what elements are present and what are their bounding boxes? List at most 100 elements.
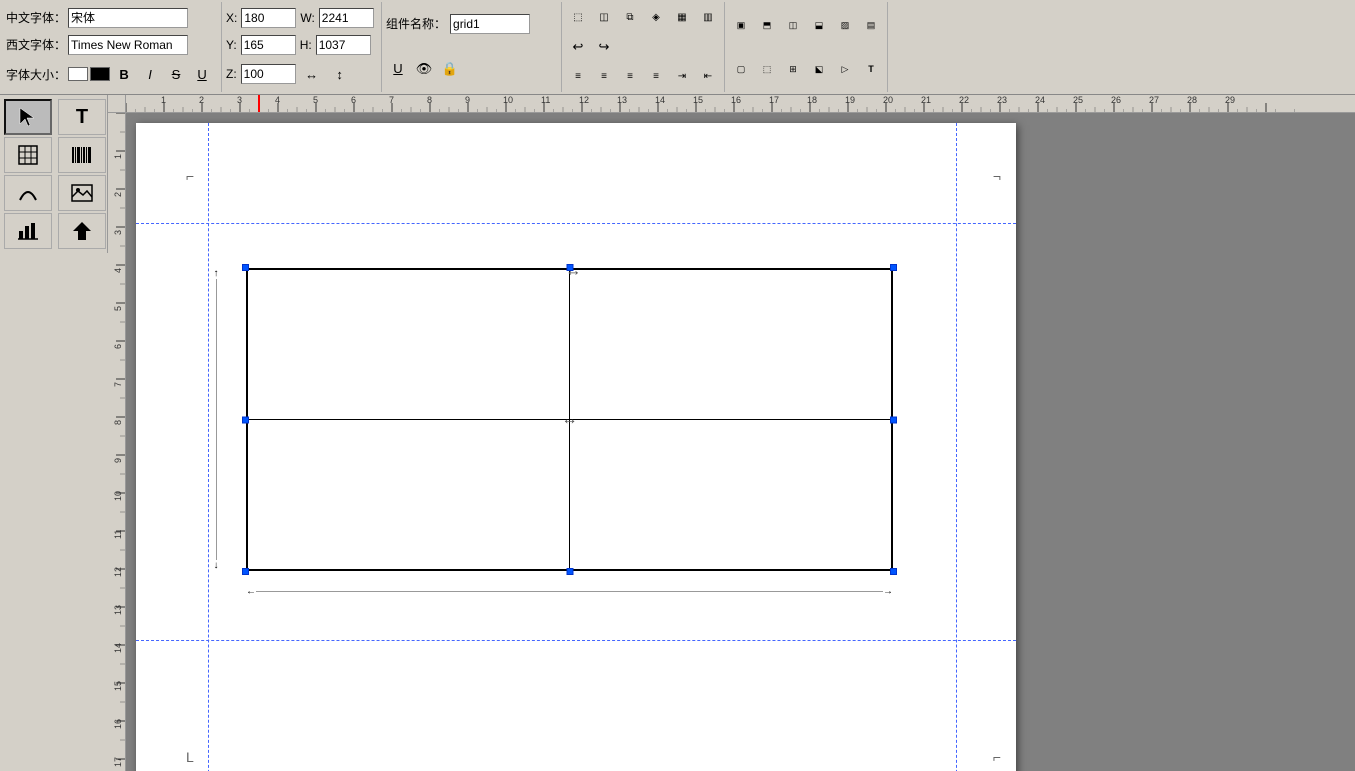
ruler-corner: [108, 95, 126, 113]
ruler-top: 1234567891011121314151617181920212223242…: [126, 95, 1355, 113]
align4-btn[interactable]: ≡: [644, 64, 668, 88]
chinese-font-input[interactable]: [68, 8, 188, 28]
r3-4[interactable]: ⬕: [807, 57, 831, 81]
svg-text:27: 27: [1149, 95, 1159, 105]
z-input[interactable]: [241, 64, 296, 84]
spacing2-btn[interactable]: ⇤: [696, 64, 720, 88]
svg-text:10: 10: [503, 95, 513, 105]
corner-br: ⌐: [993, 749, 1001, 765]
align-corner-btn[interactable]: ◫: [592, 6, 616, 30]
svg-text:3: 3: [113, 230, 123, 235]
resize-h-btn[interactable]: ↔: [300, 62, 324, 86]
handle-tc[interactable]: [566, 264, 573, 271]
color-swatch[interactable]: [68, 67, 88, 81]
ruler-left: 123456789101112131415161718192021: [108, 113, 126, 771]
svg-text:20: 20: [883, 95, 893, 105]
svg-text:15: 15: [113, 681, 123, 691]
svg-text:2: 2: [113, 192, 123, 197]
comp-name-label: 组件名称：: [386, 15, 446, 32]
height-arrow: ↑ ↓: [206, 268, 226, 571]
handle-mr[interactable]: [890, 416, 897, 423]
r3-6[interactable]: T: [859, 57, 883, 81]
svg-text:10: 10: [113, 491, 123, 501]
text-tool-btn[interactable]: T: [58, 99, 106, 135]
align3-btn[interactable]: ≡: [618, 64, 642, 88]
corner-bl: L: [186, 749, 194, 765]
handle-tr[interactable]: [890, 264, 897, 271]
svg-text:19: 19: [845, 95, 855, 105]
western-font-input[interactable]: [68, 35, 188, 55]
right-icons-2: ▣ ⬒ ◫ ⬓ ▨ ▤ ▢ ⬚ ⊞ ⬕ ▷ T: [725, 2, 888, 92]
table-cell: [247, 269, 570, 420]
hatch-btn[interactable]: ▦: [670, 6, 694, 30]
italic-button[interactable]: I: [138, 62, 162, 86]
handle-bc[interactable]: [566, 568, 573, 575]
y-input[interactable]: [241, 35, 296, 55]
svg-text:23: 23: [997, 95, 1007, 105]
handle-tl[interactable]: [242, 264, 249, 271]
svg-text:1: 1: [161, 95, 166, 105]
resize-v-btn[interactable]: ↕: [328, 62, 352, 86]
x-input[interactable]: [241, 8, 296, 28]
svg-text:14: 14: [655, 95, 665, 105]
curve-tool-btn[interactable]: [4, 175, 52, 211]
undo-btn[interactable]: ↩: [566, 35, 590, 59]
export-btn[interactable]: ▥: [696, 6, 720, 30]
h-input[interactable]: [316, 35, 371, 55]
svg-text:16: 16: [113, 719, 123, 729]
corner-tl: ⌐: [186, 168, 194, 184]
r2-1[interactable]: ▣: [729, 13, 753, 37]
bold-button[interactable]: B: [112, 62, 136, 86]
canvas-area[interactable]: 1234567891011121314151617181920212223242…: [108, 95, 1355, 771]
width-arrow: ← →: [246, 581, 893, 601]
r2-6[interactable]: ▤: [859, 13, 883, 37]
color-swatch-black[interactable]: [90, 67, 110, 81]
image-tool-btn[interactable]: [58, 175, 106, 211]
chart-tool-btn[interactable]: [4, 213, 52, 249]
y-label: Y:: [226, 38, 237, 52]
chinese-font-label: 中文字体：: [6, 9, 66, 26]
arrow-tool-btn[interactable]: [58, 213, 106, 249]
align1-btn[interactable]: ≡: [566, 64, 590, 88]
r3-2[interactable]: ⬚: [755, 57, 779, 81]
r2-2[interactable]: ⬒: [755, 13, 779, 37]
underline-button[interactable]: U: [190, 62, 214, 86]
r2-3[interactable]: ◫: [781, 13, 805, 37]
w-input[interactable]: [319, 8, 374, 28]
grid-element[interactable]: ↑ ↓ ← → ↔: [246, 268, 893, 571]
handle-ml[interactable]: [242, 416, 249, 423]
strikethrough-button[interactable]: S: [164, 62, 188, 86]
r2-4[interactable]: ⬓: [807, 13, 831, 37]
redo-btn[interactable]: ↪: [592, 35, 616, 59]
layer-btn[interactable]: ◈: [644, 6, 668, 30]
handle-bl[interactable]: [242, 568, 249, 575]
svg-text:18: 18: [807, 95, 817, 105]
r3-1[interactable]: ▢: [729, 57, 753, 81]
svg-text:21: 21: [921, 95, 931, 105]
align2-btn[interactable]: ≡: [592, 64, 616, 88]
select-tool-btn[interactable]: [4, 99, 52, 135]
eye-btn[interactable]: 👁: [412, 57, 436, 81]
main-toolbar: 中文字体： 西文字体： 字体大小： B I S U X: W: Y: H:: [0, 0, 1355, 95]
coord-section: X: W: Y: H: Z: ↔ ↕: [222, 2, 382, 92]
group-btn[interactable]: ⧉: [618, 6, 642, 30]
svg-text:5: 5: [113, 306, 123, 311]
spacing1-btn[interactable]: ⇥: [670, 64, 694, 88]
svg-text:13: 13: [113, 605, 123, 615]
underline2-btn[interactable]: U: [386, 57, 410, 81]
border-dash-btn[interactable]: ⬚: [566, 6, 590, 30]
handle-br[interactable]: [890, 568, 897, 575]
svg-text:11: 11: [113, 530, 123, 539]
r3-5[interactable]: ▷: [833, 57, 857, 81]
svg-text:4: 4: [275, 95, 280, 105]
comp-name-input[interactable]: [450, 14, 530, 34]
svg-text:15: 15: [693, 95, 703, 105]
lock-btn[interactable]: 🔒: [438, 57, 462, 81]
page-canvas[interactable]: ⌐ ¬ L ⌐: [126, 113, 1355, 771]
r2-5[interactable]: ▨: [833, 13, 857, 37]
svg-text:14: 14: [113, 643, 123, 653]
barcode-tool-btn[interactable]: [58, 137, 106, 173]
svg-text:29: 29: [1225, 95, 1235, 105]
table-tool-btn[interactable]: [4, 137, 52, 173]
r3-3[interactable]: ⊞: [781, 57, 805, 81]
